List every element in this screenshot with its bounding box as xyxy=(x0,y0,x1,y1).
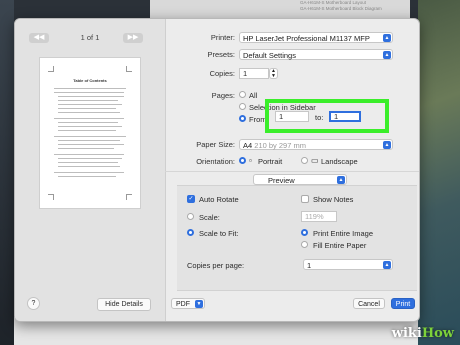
thumbnail-line xyxy=(58,112,120,113)
desktop-wallpaper xyxy=(418,0,460,345)
section-select[interactable]: Preview ▲ xyxy=(253,174,347,185)
thumbnail-line xyxy=(58,140,120,141)
printer-label: Printer: xyxy=(210,33,235,42)
crop-mark xyxy=(48,194,54,200)
thumbnail-line xyxy=(58,148,114,149)
thumbnail-line xyxy=(58,122,118,123)
from-page-field[interactable]: 1 xyxy=(275,111,309,122)
thumbnail-line xyxy=(54,172,124,173)
show-notes-checkbox[interactable] xyxy=(301,195,309,203)
chevron-updown-icon: ▲ xyxy=(383,261,391,269)
presets-label: Presets: xyxy=(207,50,235,59)
portrait-label: Portrait xyxy=(258,157,283,166)
paper-size-select[interactable]: A4 210 by 297 mm ▲ xyxy=(239,139,393,150)
copies-field[interactable]: 1 xyxy=(239,68,269,79)
crop-mark xyxy=(48,66,54,72)
page-indicator: 1 of 1 xyxy=(80,33,100,42)
print-entire-image-label: Print Entire Image xyxy=(313,229,374,238)
thumbnail-line xyxy=(58,158,122,159)
fill-entire-paper-radio[interactable] xyxy=(301,241,308,248)
paper-size-label: Paper Size: xyxy=(196,140,235,149)
divider xyxy=(165,171,419,172)
chevron-updown-icon: ▲ xyxy=(383,51,391,59)
thumbnail-line xyxy=(58,130,116,131)
scale-to-fit-radio[interactable] xyxy=(187,229,194,236)
print-entire-image-radio[interactable] xyxy=(301,229,308,236)
chevron-left-icon: ◀◀ xyxy=(33,34,45,41)
help-button[interactable]: ? xyxy=(27,297,40,310)
thumbnail-line xyxy=(54,118,124,119)
chevron-updown-icon: ▲ xyxy=(383,141,391,149)
portrait-radio[interactable] xyxy=(239,157,246,164)
landscape-icon: ▭ xyxy=(311,156,319,165)
pages-label: Pages: xyxy=(211,91,235,100)
previous-page-button[interactable]: ◀◀ xyxy=(29,33,49,43)
crop-mark xyxy=(126,194,132,200)
scale-field[interactable]: 119% xyxy=(301,211,337,222)
thumbnail-title: Table of Contents xyxy=(73,78,107,83)
landscape-radio[interactable] xyxy=(301,157,308,164)
pages-all-radio[interactable] xyxy=(239,91,246,98)
crop-mark xyxy=(126,66,132,72)
chevron-updown-icon: ▲ xyxy=(383,34,391,42)
thumbnail-line xyxy=(54,154,124,155)
thumbnail-line xyxy=(58,176,116,177)
thumbnail-line xyxy=(58,104,122,105)
chevron-down-icon: ▼ xyxy=(195,300,203,308)
background-doc-line: GA-H61M-S Motherboard Block Diagram xyxy=(300,6,382,11)
copies-label: Copies: xyxy=(209,69,235,78)
auto-rotate-checkbox[interactable]: ✓ xyxy=(187,195,195,203)
pages-from-radio[interactable] xyxy=(239,115,246,122)
landscape-label: Landscape xyxy=(321,157,358,166)
to-page-field[interactable]: 1 xyxy=(329,111,361,122)
portrait-icon: ▫ xyxy=(249,156,252,165)
thumbnail-line xyxy=(58,166,120,167)
scale-label: Scale: xyxy=(199,213,220,222)
next-page-button[interactable]: ▶▶ xyxy=(123,33,143,43)
thumbnail-line xyxy=(54,136,126,137)
scale-radio[interactable] xyxy=(187,213,194,220)
thumbnail-line xyxy=(54,92,124,93)
printer-select[interactable]: HP LaserJet Professional M1137 MFP ▲ xyxy=(239,32,393,43)
thumbnail-line xyxy=(58,126,122,127)
preview-pane: ◀◀ 1 of 1 ▶▶ Table of Contents ? Hide De… xyxy=(15,19,166,321)
thumbnail-line xyxy=(58,162,118,163)
copies-stepper[interactable]: ▲ ▼ xyxy=(269,68,278,79)
auto-rotate-label: Auto Rotate xyxy=(199,195,239,204)
page-thumbnail[interactable]: Table of Contents xyxy=(39,57,141,209)
wikihow-watermark: wikiHow xyxy=(391,326,454,341)
thumbnail-line xyxy=(58,100,118,101)
presets-select[interactable]: Default Settings ▲ xyxy=(239,49,393,60)
fill-entire-paper-label: Fill Entire Paper xyxy=(313,241,367,250)
thumbnail-line xyxy=(58,108,116,109)
orientation-label: Orientation: xyxy=(196,157,235,166)
copies-per-page-select[interactable]: 1 ▲ xyxy=(303,259,393,270)
thumbnail-line xyxy=(58,144,124,145)
thumbnail-line xyxy=(58,96,124,97)
desktop-left-edge xyxy=(0,0,14,345)
hide-details-button[interactable]: Hide Details xyxy=(97,298,151,311)
chevron-updown-icon: ▲ xyxy=(337,176,345,184)
pages-selection-radio[interactable] xyxy=(239,103,246,110)
copies-per-page-label: Copies per page: xyxy=(187,261,245,270)
chevron-right-icon: ▶▶ xyxy=(127,34,139,41)
scale-to-fit-label: Scale to Fit: xyxy=(199,229,239,238)
pdf-menu-button[interactable]: PDF ▼ xyxy=(171,298,205,309)
cancel-button[interactable]: Cancel xyxy=(353,298,385,309)
pages-all-label: All xyxy=(249,91,258,100)
print-button[interactable]: Print xyxy=(391,298,415,309)
show-notes-label: Show Notes xyxy=(313,195,354,204)
stepper-down-icon: ▼ xyxy=(271,73,276,79)
print-dialog: ◀◀ 1 of 1 ▶▶ Table of Contents ? Hide De… xyxy=(14,18,420,322)
thumbnail-line xyxy=(54,88,126,89)
to-label: to: xyxy=(315,113,324,122)
